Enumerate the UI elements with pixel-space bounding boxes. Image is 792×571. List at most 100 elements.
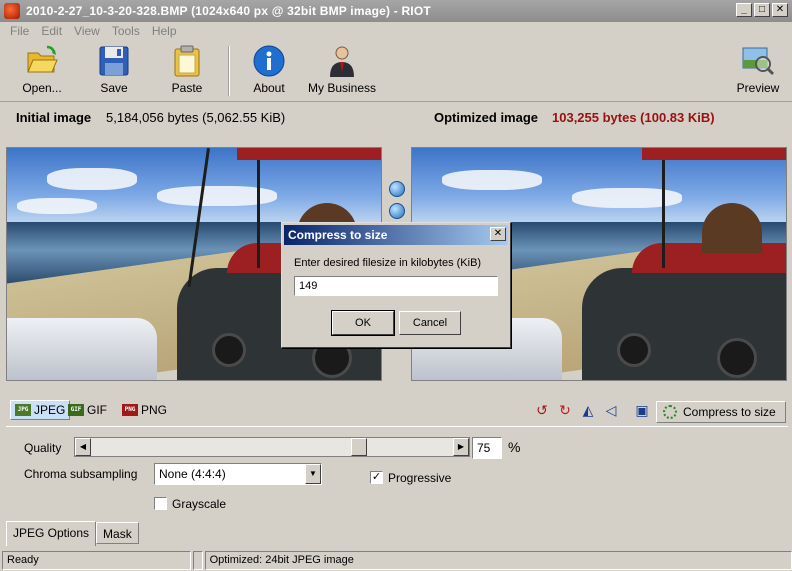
save-button[interactable]: Save [76,44,152,95]
preview-button[interactable]: Preview [720,44,792,95]
cloud [17,198,97,214]
gauge-dial [717,338,757,378]
slider-thumb[interactable] [350,438,367,456]
jpeg-options-panel: Quality ◀ ▶ 75 % Chroma subsampling None… [6,426,788,522]
grayscale-checkbox[interactable] [154,497,167,510]
grayscale-label: Grayscale [172,497,227,511]
upper-wing [642,148,786,160]
slider-right-arrow-icon[interactable]: ▶ [453,438,469,456]
cloud [442,170,542,190]
menu-help[interactable]: Help [146,24,183,38]
compress-to-size-dialog: Compress to size ✕ Enter desired filesiz… [281,222,511,348]
toolbar-separator [228,46,230,96]
menu-tools[interactable]: Tools [106,24,146,38]
percent-sign: % [508,439,521,455]
status-optimized: Optimized: 24bit JPEG image [204,551,792,570]
close-button[interactable]: ✕ [772,3,788,17]
rotate-right-icon[interactable]: ↻ [557,402,573,418]
wing-strut [257,148,260,268]
minimize-button[interactable]: _ [736,3,752,17]
chevron-down-icon[interactable]: ▼ [305,464,321,484]
jpeg-icon: JPG [15,404,31,416]
chroma-subsampling-value: None (4:4:4) [159,467,226,481]
optimized-image-label: Optimized image [434,110,539,125]
cockpit-body [582,268,786,380]
dialog-title: Compress to size [288,228,388,242]
filesize-input[interactable]: 149 [294,276,498,296]
window-controls: _ □ ✕ [736,3,788,17]
progressive-label: Progressive [388,471,452,485]
cloud [47,168,137,190]
gauge-dial [212,333,246,367]
options-tabs: JPEG Options Mask [6,521,139,546]
preview-magnifier-icon [741,44,775,78]
toolbar: Open... Save Paste About My Business Pre… [0,40,792,102]
dialog-close-button[interactable]: ✕ [490,227,506,241]
zoom-out-icon[interactable] [389,203,405,219]
ok-button[interactable]: OK [331,310,395,336]
menu-edit[interactable]: Edit [35,24,68,38]
status-bar: Ready Optimized: 24bit JPEG image [0,550,792,571]
format-jpeg-button[interactable]: JPG JPEG [10,400,71,420]
quality-input[interactable]: 75 [472,437,502,459]
open-button[interactable]: Open... [4,44,80,95]
paste-button[interactable]: Paste [149,44,225,95]
status-middle [192,551,203,570]
compress-to-size-button[interactable]: Compress to size [656,401,786,423]
my-business-label: My Business [307,81,377,95]
status-ready: Ready [2,551,191,570]
png-icon: PNG [122,404,138,416]
zoom-in-icon[interactable] [389,181,405,197]
open-label: Open... [22,81,62,95]
folder-icon [25,44,59,78]
tab-jpeg-options[interactable]: JPEG Options [6,521,97,546]
slider-left-arrow-icon[interactable]: ◀ [75,438,91,456]
optimized-image-size: 103,255 bytes (100.83 KiB) [552,110,715,125]
clipboard-icon [170,44,204,78]
about-button[interactable]: About [231,44,307,95]
gauge-dial [617,333,651,367]
compress-to-size-label: Compress to size [683,405,776,419]
format-jpeg-label: JPEG [34,403,66,417]
my-business-button[interactable]: My Business [304,44,380,95]
dialog-title-bar: Compress to size ✕ [284,225,508,245]
dialog-prompt: Enter desired filesize in kilobytes (KiB… [294,257,482,269]
flip-horizontal-icon[interactable]: ◭ [580,402,596,418]
paste-label: Paste [171,81,203,95]
menu-bar: File Edit View Tools Help [0,22,792,40]
initial-image-label: Initial image [16,110,92,125]
app-icon [4,3,20,19]
menu-file[interactable]: File [4,24,35,38]
quality-label: Quality [24,441,62,455]
progressive-checkbox[interactable]: ✓ [370,471,383,484]
wing [7,318,157,380]
format-png-button[interactable]: PNG PNG [118,400,171,420]
save-label: Save [100,81,128,95]
format-gif-label: GIF [87,403,107,417]
crop-icon[interactable]: ▣ [634,402,650,418]
initial-image-size: 5,184,056 bytes (5,062.55 KiB) [106,110,286,125]
menu-view[interactable]: View [68,24,106,38]
chroma-subsampling-select[interactable]: None (4:4:4) ▼ [154,463,322,485]
chroma-subsampling-label: Chroma subsampling [24,467,138,481]
quality-slider[interactable]: ◀ ▶ [74,437,470,457]
upper-wing [237,148,381,160]
tab-mask[interactable]: Mask [96,522,139,544]
maximize-button[interactable]: □ [754,3,770,17]
about-label: About [253,81,285,95]
format-png-label: PNG [141,403,168,417]
format-gif-button[interactable]: GIF GIF [64,400,111,420]
preview-label: Preview [736,81,780,95]
wing-strut [662,148,665,268]
cloud [572,188,682,208]
gif-icon: GIF [68,404,84,416]
rotate-left-icon[interactable]: ↺ [534,402,550,418]
floppy-disk-icon [97,44,131,78]
flip-vertical-icon[interactable]: ◁ [603,402,619,418]
businessman-icon [325,44,359,78]
cancel-button[interactable]: Cancel [399,311,461,335]
window-title: 2010-2-27_10-3-20-328.BMP (1024x640 px @… [26,4,431,18]
image-info-bar: Initial image 5,184,056 bytes (5,062.55 … [0,104,792,130]
gear-icon [663,405,677,419]
title-bar: 2010-2-27_10-3-20-328.BMP (1024x640 px @… [0,0,792,22]
